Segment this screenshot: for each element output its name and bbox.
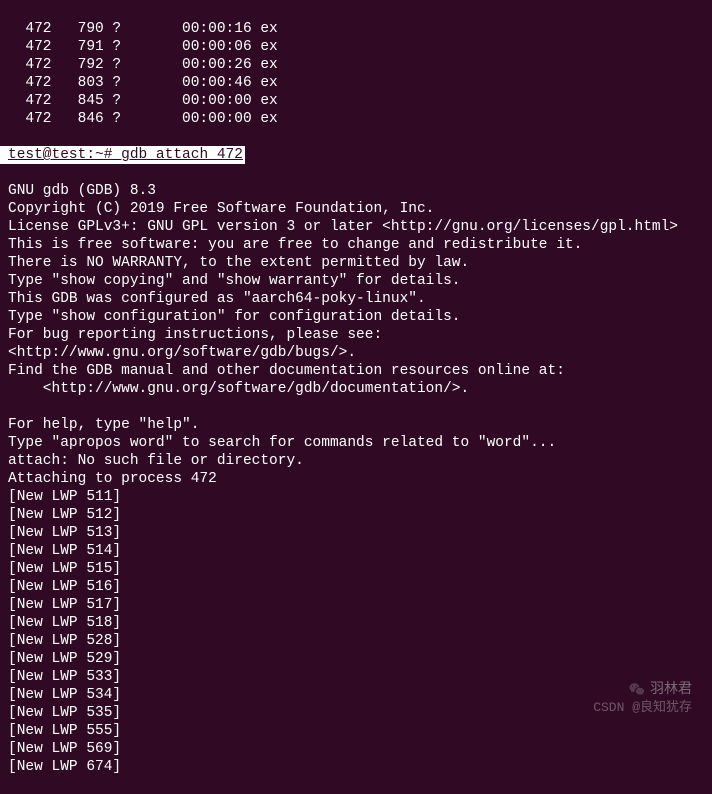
output-line: Attaching to process 472 [8, 470, 704, 488]
wechat-icon [628, 681, 646, 699]
output-line: [New LWP 528] [8, 632, 704, 650]
output-line: [New LWP 569] [8, 740, 704, 758]
output-line: [New LWP 555] [8, 722, 704, 740]
output-line: [New LWP 513] [8, 524, 704, 542]
output-line: This GDB was configured as "aarch64-poky… [8, 290, 704, 308]
output-line: [New LWP 674] [8, 758, 704, 776]
gdb-output: GNU gdb (GDB) 8.3Copyright (C) 2019 Free… [8, 182, 704, 776]
prompt-command: gdb attach 472 [121, 147, 243, 163]
process-row: 472 792 ? 00:00:26 ex [8, 56, 704, 74]
process-row: 472 846 ? 00:00:00 ex [8, 110, 704, 128]
watermark-author: 羽林君 [628, 681, 692, 699]
output-line [8, 398, 704, 416]
output-line: <http://www.gnu.org/software/gdb/documen… [8, 380, 704, 398]
prompt-user-host: test@test:~# [8, 147, 121, 163]
output-line: [New LWP 516] [8, 578, 704, 596]
terminal-output[interactable]: 472 790 ? 00:00:16 ex 472 791 ? 00:00:06… [8, 2, 704, 794]
process-list: 472 790 ? 00:00:16 ex 472 791 ? 00:00:06… [8, 20, 704, 128]
watermark-text: 羽林君 [650, 681, 692, 699]
output-line: For help, type "help". [8, 416, 704, 434]
output-line: License GPLv3+: GNU GPL version 3 or lat… [8, 218, 704, 236]
watermark-csdn: CSDN @良知犹存 [593, 699, 692, 717]
output-line: [New LWP 511] [8, 488, 704, 506]
output-line: For bug reporting instructions, please s… [8, 326, 704, 344]
output-line: [New LWP 514] [8, 542, 704, 560]
output-line: Type "show copying" and "show warranty" … [8, 272, 704, 290]
process-row: 472 803 ? 00:00:46 ex [8, 74, 704, 92]
process-row: 472 845 ? 00:00:00 ex [8, 92, 704, 110]
output-line: [New LWP 533] [8, 668, 704, 686]
output-line: [New LWP 517] [8, 596, 704, 614]
output-line: This is free software: you are free to c… [8, 236, 704, 254]
output-line: Type "apropos word" to search for comman… [8, 434, 704, 452]
output-line: <http://www.gnu.org/software/gdb/bugs/>. [8, 344, 704, 362]
output-line: Find the GDB manual and other documentat… [8, 362, 704, 380]
output-line: GNU gdb (GDB) 8.3 [8, 182, 704, 200]
output-line: [New LWP 518] [8, 614, 704, 632]
output-line: Copyright (C) 2019 Free Software Foundat… [8, 200, 704, 218]
output-line: Type "show configuration" for configurat… [8, 308, 704, 326]
output-line: [New LWP 515] [8, 560, 704, 578]
process-row: 472 790 ? 00:00:16 ex [8, 20, 704, 38]
output-line: [New LWP 512] [8, 506, 704, 524]
process-row: 472 791 ? 00:00:06 ex [8, 38, 704, 56]
output-line: There is NO WARRANTY, to the extent perm… [8, 254, 704, 272]
shell-prompt-line: test@test:~# gdb attach 472 [8, 146, 704, 164]
output-line: [New LWP 529] [8, 650, 704, 668]
output-line: attach: No such file or directory. [8, 452, 704, 470]
